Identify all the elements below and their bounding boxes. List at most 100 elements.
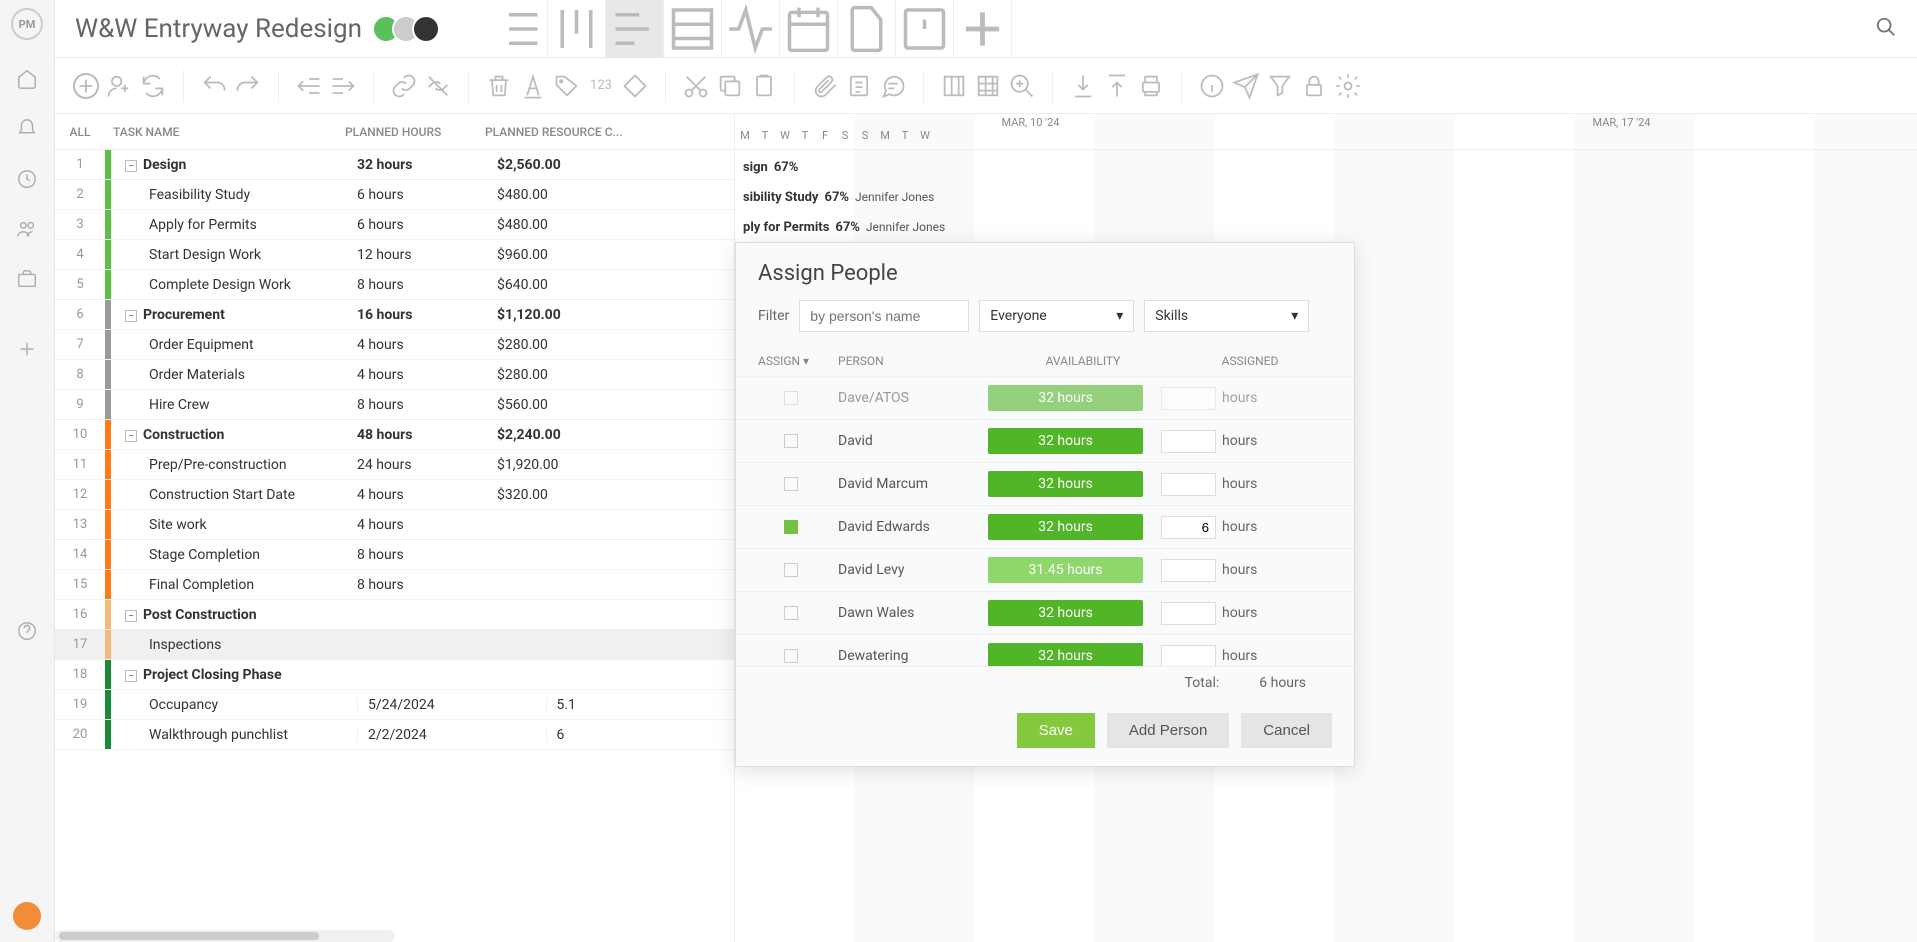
task-grid[interactable]: ALL TASK NAME PLANNED HOURS PLANNED RESO… <box>55 114 735 942</box>
task-row[interactable]: 16 −Post Construction <box>55 600 734 630</box>
outdent-icon[interactable] <box>295 72 323 100</box>
add-person-button[interactable]: Add Person <box>1107 713 1229 748</box>
redo-icon[interactable] <box>234 72 262 100</box>
filter-skills-dropdown[interactable]: Skills▾ <box>1144 300 1309 332</box>
view-add-icon[interactable] <box>954 0 1012 58</box>
assign-checkbox[interactable] <box>784 520 798 534</box>
columns-icon[interactable] <box>940 72 968 100</box>
hours-input[interactable] <box>1161 602 1216 625</box>
number-icon[interactable]: 123 <box>587 72 615 100</box>
task-row[interactable]: 8 Order Materials 4 hours $280.00 <box>55 360 734 390</box>
assign-checkbox[interactable] <box>784 606 798 620</box>
tag-icon[interactable] <box>553 72 581 100</box>
task-row[interactable]: 9 Hire Crew 8 hours $560.00 <box>55 390 734 420</box>
briefcase-icon[interactable] <box>16 268 38 290</box>
task-row[interactable]: 1 −Design 32 hours $2,560.00 <box>55 150 734 180</box>
search-icon[interactable] <box>1875 16 1897 42</box>
task-row[interactable]: 10 −Construction 48 hours $2,240.00 <box>55 420 734 450</box>
hours-input[interactable] <box>1161 516 1216 539</box>
home-icon[interactable] <box>16 68 38 90</box>
col-assign[interactable]: ASSIGN ▾ <box>758 354 838 368</box>
add-task-button[interactable] <box>73 73 99 99</box>
hours-input[interactable] <box>1161 473 1216 496</box>
hours-input[interactable] <box>1161 559 1216 582</box>
milestone-icon[interactable] <box>621 72 649 100</box>
gantt-row[interactable]: sibility Study67%Jennifer Jones <box>735 182 1917 212</box>
task-row[interactable]: 15 Final Completion 8 hours <box>55 570 734 600</box>
gantt-row[interactable]: sign67% <box>735 152 1917 182</box>
view-list-icon[interactable] <box>490 0 548 58</box>
task-row[interactable]: 5 Complete Design Work 8 hours $640.00 <box>55 270 734 300</box>
hours-input[interactable] <box>1161 430 1216 453</box>
filter-icon[interactable] <box>1266 72 1294 100</box>
assign-checkbox[interactable] <box>784 649 798 663</box>
col-availability[interactable]: AVAILABILITY <box>998 354 1168 368</box>
task-row[interactable]: 11 Prep/Pre-construction 24 hours $1,920… <box>55 450 734 480</box>
assign-checkbox[interactable] <box>784 563 798 577</box>
paste-icon[interactable] <box>750 72 778 100</box>
indent-icon[interactable] <box>329 72 357 100</box>
export-icon[interactable] <box>1103 72 1131 100</box>
people-icon[interactable] <box>16 218 38 240</box>
task-row[interactable]: 7 Order Equipment 4 hours $280.00 <box>55 330 734 360</box>
col-task[interactable]: TASK NAME <box>105 125 345 139</box>
comment-icon[interactable] <box>879 72 907 100</box>
view-activity-icon[interactable] <box>722 0 780 58</box>
filter-input[interactable] <box>799 300 969 332</box>
view-gantt-icon[interactable] <box>606 0 664 58</box>
gantt-row[interactable]: ply for Permits67%Jennifer Jones <box>735 212 1917 242</box>
collapse-icon[interactable]: − <box>125 310 137 322</box>
unlink-icon[interactable] <box>424 72 452 100</box>
info-icon[interactable] <box>1198 72 1226 100</box>
print-icon[interactable] <box>1137 72 1165 100</box>
help-icon[interactable] <box>16 620 38 642</box>
task-row[interactable]: 19 Occupancy 5/24/20245.1 <box>55 690 734 720</box>
add-icon[interactable] <box>16 338 38 360</box>
hours-input[interactable] <box>1161 645 1216 667</box>
undo-icon[interactable] <box>200 72 228 100</box>
lock-icon[interactable] <box>1300 72 1328 100</box>
col-person[interactable]: PERSON <box>838 354 998 368</box>
view-calendar-icon[interactable] <box>780 0 838 58</box>
note-icon[interactable] <box>845 72 873 100</box>
hours-input[interactable] <box>1161 387 1216 410</box>
link-icon[interactable] <box>390 72 418 100</box>
refresh-icon[interactable] <box>139 72 167 100</box>
col-hours[interactable]: PLANNED HOURS <box>345 125 485 139</box>
view-sheet-icon[interactable] <box>664 0 722 58</box>
grid-icon[interactable] <box>974 72 1002 100</box>
user-avatar[interactable] <box>13 902 41 930</box>
collapse-icon[interactable]: − <box>125 430 137 442</box>
project-members[interactable] <box>380 15 440 43</box>
filter-everyone-dropdown[interactable]: Everyone▾ <box>979 300 1134 332</box>
assign-icon[interactable] <box>105 72 133 100</box>
collapse-icon[interactable]: − <box>125 610 137 622</box>
settings-icon[interactable] <box>1334 72 1362 100</box>
copy-icon[interactable] <box>716 72 744 100</box>
delete-icon[interactable] <box>485 72 513 100</box>
task-row[interactable]: 2 Feasibility Study 6 hours $480.00 <box>55 180 734 210</box>
view-board-icon[interactable] <box>548 0 606 58</box>
task-row[interactable]: 13 Site work 4 hours <box>55 510 734 540</box>
import-icon[interactable] <box>1069 72 1097 100</box>
assign-checkbox[interactable] <box>784 477 798 491</box>
col-all[interactable]: ALL <box>55 125 105 139</box>
bell-icon[interactable] <box>16 118 38 140</box>
task-row[interactable]: 18 −Project Closing Phase <box>55 660 734 690</box>
task-row[interactable]: 6 −Procurement 16 hours $1,120.00 <box>55 300 734 330</box>
cut-icon[interactable] <box>682 72 710 100</box>
col-cost[interactable]: PLANNED RESOURCE C... <box>485 125 734 139</box>
cancel-button[interactable]: Cancel <box>1241 713 1332 748</box>
view-risk-icon[interactable] <box>896 0 954 58</box>
assign-checkbox[interactable] <box>784 434 798 448</box>
attachment-icon[interactable] <box>811 72 839 100</box>
save-button[interactable]: Save <box>1017 713 1095 748</box>
send-icon[interactable] <box>1232 72 1260 100</box>
assign-checkbox[interactable] <box>784 391 798 405</box>
horizontal-scrollbar[interactable] <box>55 930 395 942</box>
app-logo[interactable]: PM <box>11 8 43 40</box>
task-row[interactable]: 4 Start Design Work 12 hours $960.00 <box>55 240 734 270</box>
task-row[interactable]: 3 Apply for Permits 6 hours $480.00 <box>55 210 734 240</box>
task-row[interactable]: 12 Construction Start Date 4 hours $320.… <box>55 480 734 510</box>
view-file-icon[interactable] <box>838 0 896 58</box>
